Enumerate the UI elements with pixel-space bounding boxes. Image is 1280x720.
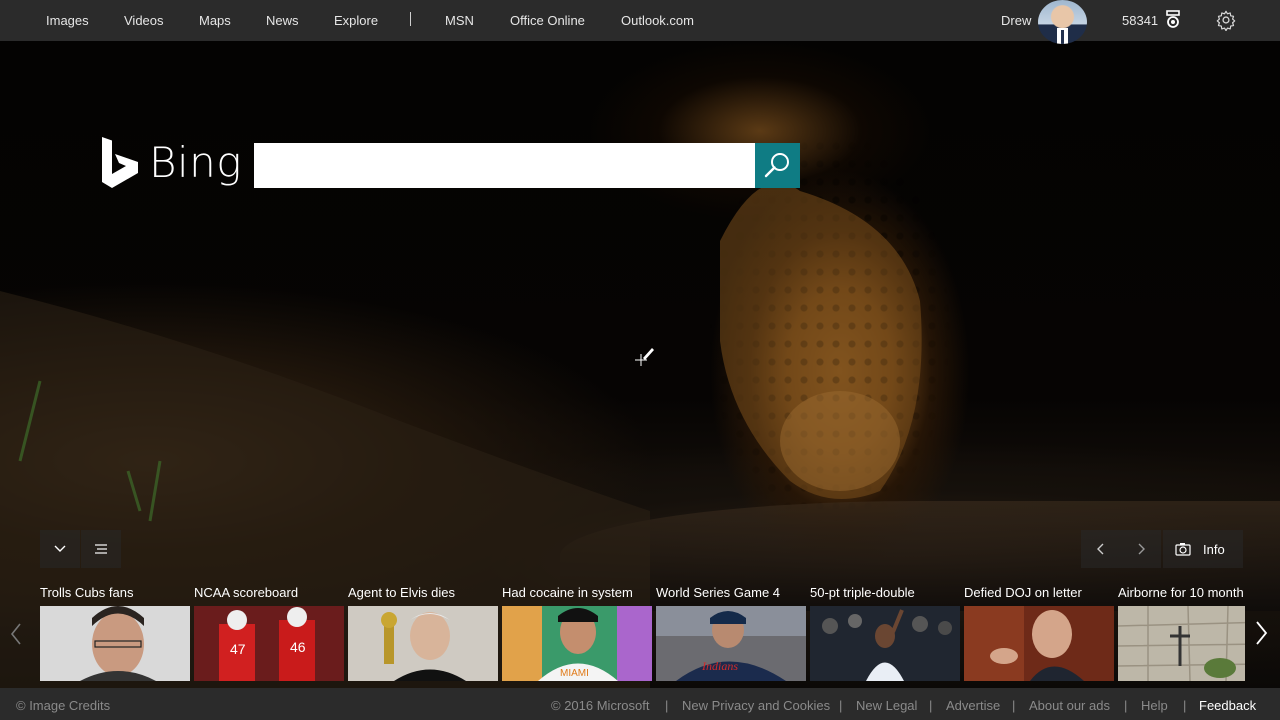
footer-separator: | xyxy=(1183,698,1187,713)
news-card[interactable]: NCAA scoreboard 47 46 xyxy=(194,580,344,682)
footer-separator: | xyxy=(1124,698,1128,713)
nav-office-online[interactable]: Office Online xyxy=(510,13,585,28)
nav-explore[interactable]: Explore xyxy=(334,13,378,28)
footer-link-about-ads[interactable]: About our ads xyxy=(1029,698,1110,713)
search-icon xyxy=(764,153,789,178)
nav-videos[interactable]: Videos xyxy=(124,13,164,28)
news-card-title: NCAA scoreboard xyxy=(194,585,299,600)
nav-msn[interactable]: MSN xyxy=(445,13,474,28)
svg-text:MIAMI: MIAMI xyxy=(560,668,589,679)
news-card[interactable]: Trolls Cubs fans xyxy=(40,580,190,682)
svg-text:Indians: Indians xyxy=(701,659,738,673)
news-prev-arrow[interactable] xyxy=(6,620,26,648)
search-input[interactable] xyxy=(254,143,755,188)
nav-news[interactable]: News xyxy=(266,13,299,28)
news-card-image: 47 46 xyxy=(194,606,344,681)
news-card-title: Airborne for 10 month xyxy=(1118,585,1244,600)
footer: © Image Credits © 2016 Microsoft | New P… xyxy=(0,688,1280,720)
image-credits-link[interactable]: © Image Credits xyxy=(16,698,110,713)
news-card[interactable]: Airborne for 10 month xyxy=(1118,580,1245,682)
news-card[interactable]: Had cocaine in system MIAMI xyxy=(502,580,652,682)
footer-separator: | xyxy=(929,698,933,713)
search-button[interactable] xyxy=(755,143,800,188)
news-card-image: Indians xyxy=(656,606,806,681)
nav-images[interactable]: Images xyxy=(46,13,89,28)
info-label: Info xyxy=(1203,542,1225,557)
news-card-image xyxy=(1118,606,1245,681)
news-card-image xyxy=(40,606,190,681)
footer-link-advertise[interactable]: Advertise xyxy=(946,698,1000,713)
chevron-left-icon xyxy=(1097,543,1104,555)
nav-outlook[interactable]: Outlook.com xyxy=(621,13,694,28)
news-card-title: World Series Game 4 xyxy=(656,585,781,600)
next-image-button[interactable] xyxy=(1121,530,1161,568)
footer-link-legal[interactable]: New Legal xyxy=(856,698,917,713)
chevron-right-icon xyxy=(1138,543,1145,555)
nav-separator xyxy=(410,12,411,26)
camera-icon xyxy=(1175,543,1191,556)
top-bar: Images Videos Maps News Explore MSN Offi… xyxy=(0,0,1280,44)
news-card-title: Trolls Cubs fans xyxy=(40,585,134,600)
svg-text:47: 47 xyxy=(230,641,246,657)
info-button[interactable]: Info xyxy=(1163,530,1243,568)
news-card-image xyxy=(964,606,1114,681)
bing-logo[interactable]: Bing xyxy=(101,137,242,189)
copyright-text: © 2016 Microsoft xyxy=(551,698,650,713)
nav-maps[interactable]: Maps xyxy=(199,13,231,28)
news-card[interactable]: 50-pt triple-double xyxy=(810,580,960,682)
menu-lines-icon xyxy=(95,544,107,554)
footer-separator: | xyxy=(665,698,669,713)
news-card-title: 50-pt triple-double xyxy=(810,585,915,600)
feedback-link[interactable]: Feedback xyxy=(1199,698,1256,713)
news-card-image xyxy=(348,606,498,681)
footer-link-privacy[interactable]: New Privacy and Cookies xyxy=(682,698,830,713)
news-card[interactable]: World Series Game 4 Indians xyxy=(656,580,806,682)
news-carousel: Trolls Cubs fans NCAA scoreboard 47 46 A… xyxy=(40,580,1245,682)
news-card[interactable]: Defied DOJ on letter xyxy=(964,580,1114,682)
news-card-image xyxy=(810,606,960,681)
news-card[interactable]: Agent to Elvis dies xyxy=(348,580,498,682)
avatar[interactable] xyxy=(1038,0,1087,44)
news-menu-button[interactable] xyxy=(81,530,121,568)
svg-text:46: 46 xyxy=(290,639,306,655)
news-next-arrow[interactable] xyxy=(1251,618,1273,648)
gear-icon[interactable] xyxy=(1215,9,1237,31)
user-name[interactable]: Drew xyxy=(1001,13,1031,28)
collapse-button[interactable] xyxy=(40,530,80,568)
avatar-tie xyxy=(1061,30,1064,44)
cursor-icon xyxy=(635,348,654,366)
bing-logo-icon xyxy=(102,137,138,188)
footer-link-help[interactable]: Help xyxy=(1141,698,1168,713)
rewards-points[interactable]: 58341 xyxy=(1122,13,1158,28)
chevron-down-icon xyxy=(54,545,66,552)
footer-separator: | xyxy=(839,698,843,713)
news-card-title: Agent to Elvis dies xyxy=(348,585,455,600)
news-card-title: Had cocaine in system xyxy=(502,585,633,600)
trophy-icon[interactable] xyxy=(1164,10,1182,30)
footer-separator: | xyxy=(1012,698,1016,713)
news-card-image: MIAMI xyxy=(502,606,652,681)
news-card-title: Defied DOJ on letter xyxy=(964,585,1082,600)
prev-image-button[interactable] xyxy=(1081,530,1121,568)
logo-text: Bing xyxy=(149,138,242,187)
